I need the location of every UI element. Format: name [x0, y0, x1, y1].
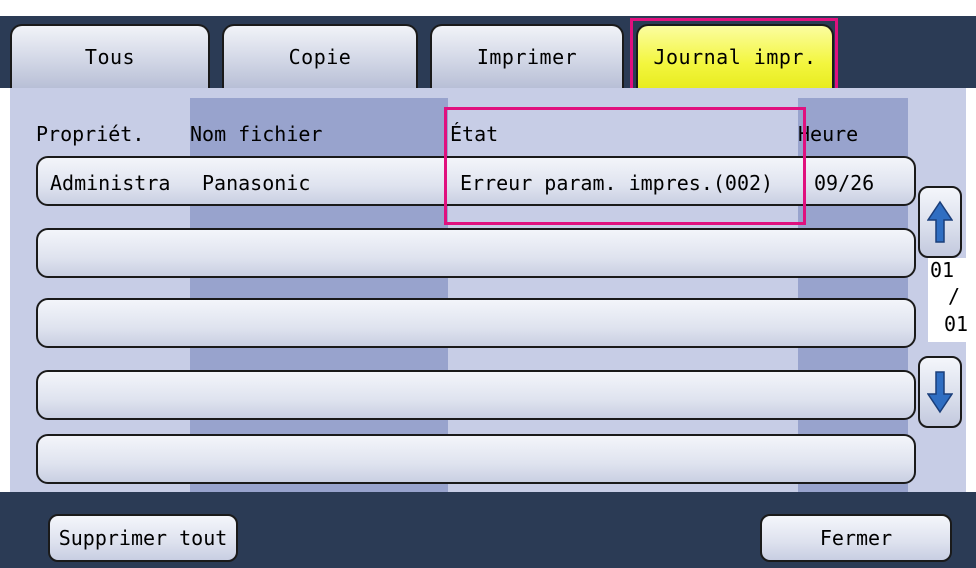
job-list-panel: Propriét. Nom fichier État Heure Adminis… — [10, 88, 966, 492]
tab-bar: Tous Copie Imprimer Journal impr. — [0, 16, 976, 88]
column-header-state: État — [450, 122, 499, 146]
tab-print[interactable]: Imprimer — [430, 24, 624, 88]
row-filename: Panasonic — [202, 171, 311, 195]
page-indicator: 01 / 01 — [928, 258, 976, 342]
delete-all-button[interactable]: Supprimer tout — [48, 514, 238, 562]
tab-print-log[interactable]: Journal impr. — [636, 24, 834, 88]
scroll-up-button[interactable] — [918, 186, 962, 258]
column-header-time: Heure — [798, 122, 859, 146]
page-total: 01 — [944, 312, 969, 336]
scroll-down-button[interactable] — [918, 356, 962, 428]
print-log-screen: Tous Copie Imprimer Journal impr. Propri… — [0, 0, 976, 568]
arrow-down-icon — [927, 371, 953, 414]
table-row[interactable] — [36, 228, 916, 278]
page-separator: / — [948, 284, 961, 308]
row-time: 09/26 — [814, 171, 875, 195]
row-owner: Administra — [50, 171, 171, 195]
table-row[interactable] — [36, 434, 916, 484]
column-header-filename: Nom fichier — [190, 122, 323, 146]
table-row[interactable] — [36, 298, 916, 348]
table-row[interactable] — [36, 370, 916, 420]
tab-all[interactable]: Tous — [10, 24, 210, 88]
column-header-owner: Propriét. — [36, 122, 145, 146]
tab-copy[interactable]: Copie — [222, 24, 418, 88]
table-row[interactable]: Administra Panasonic Erreur param. impre… — [36, 156, 916, 206]
arrow-up-icon — [927, 200, 953, 243]
row-state: Erreur param. impres.(002) — [460, 171, 774, 195]
footer-bar: Supprimer tout Fermer — [0, 492, 976, 568]
page-current: 01 — [930, 258, 955, 282]
close-button[interactable]: Fermer — [760, 514, 952, 562]
